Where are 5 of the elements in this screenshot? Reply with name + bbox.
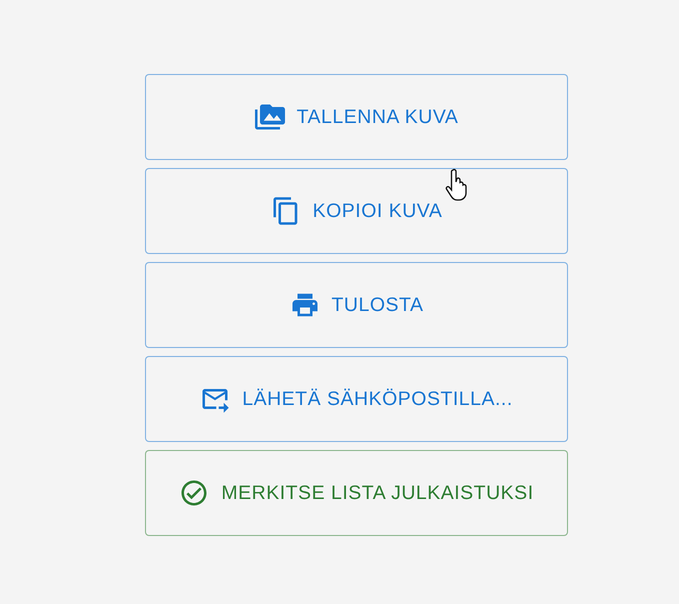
- action-button[interactable]: KOPIOI KUVA: [145, 168, 568, 254]
- action-button[interactable]: LÄHETÄ SÄHKÖPOSTILLA...: [145, 356, 568, 442]
- action-button[interactable]: MERKITSE LISTA JULKAISTUKSI: [145, 450, 568, 536]
- action-button[interactable]: TALLENNA KUVA: [145, 74, 568, 160]
- action-button[interactable]: TULOSTA: [145, 262, 568, 348]
